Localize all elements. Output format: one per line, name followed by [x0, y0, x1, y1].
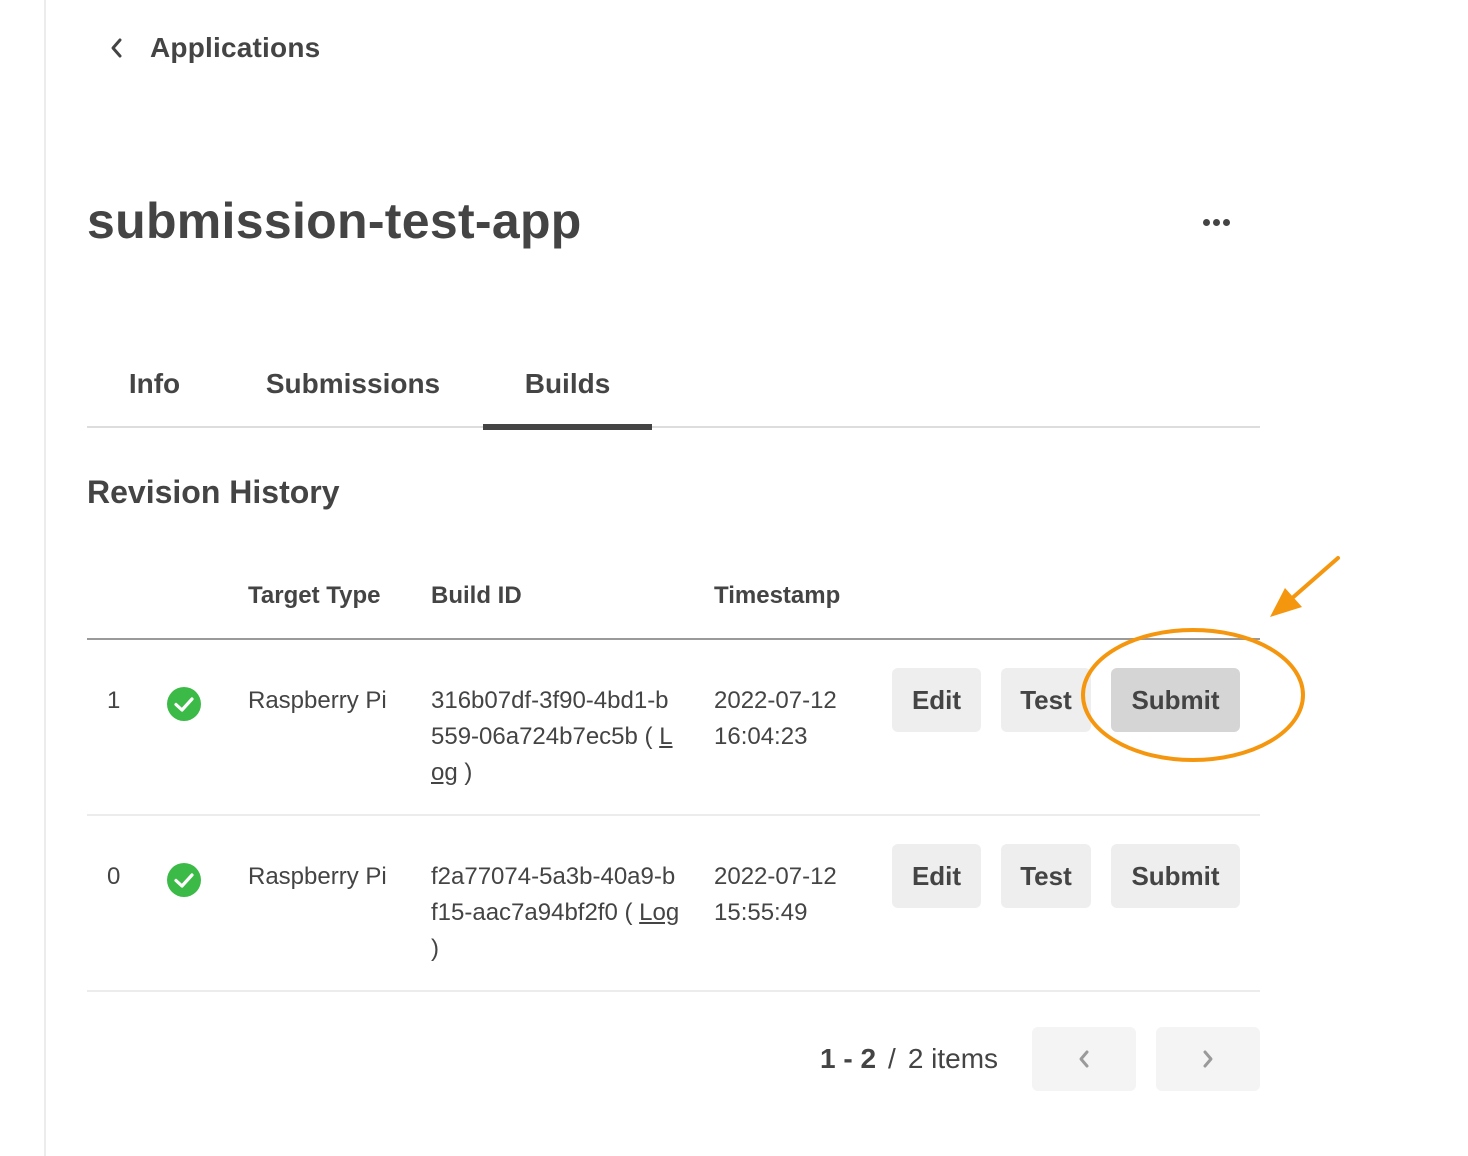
more-dot	[1222, 218, 1230, 226]
chevron-left-icon	[1079, 1050, 1089, 1068]
edit-button[interactable]: Edit	[892, 668, 981, 732]
pagination-separator: /	[888, 1043, 896, 1074]
back-link-label: Applications	[150, 32, 321, 63]
annotation-arrow-shaft	[1288, 556, 1340, 602]
column-header-target-type: Target Type	[248, 582, 381, 609]
log-link[interactable]: Log	[639, 899, 679, 926]
revision-number: 0	[107, 863, 121, 890]
tab-bar: Info Submissions Builds	[87, 340, 1260, 430]
edit-button[interactable]: Edit	[892, 844, 981, 908]
build-id: f2a77074-5a3b-40a9-bf15-aac7a94bf2f0 ( L…	[431, 863, 680, 962]
table-row: 1 Raspberry Pi 316b07df-3f90-4bd1-b559-0…	[87, 640, 1260, 816]
annotation-arrow-head	[1270, 588, 1302, 617]
test-button[interactable]: Test	[1001, 668, 1091, 732]
target-type: Raspberry Pi	[248, 687, 387, 714]
revision-history-table: Target Type Build ID Timestamp 1 Raspber…	[87, 560, 1260, 992]
success-check-icon	[167, 687, 201, 721]
chevron-right-icon	[1203, 1050, 1213, 1068]
timestamp: 2022-07-12 15:55:49	[714, 859, 864, 931]
table-header: Target Type Build ID Timestamp	[87, 560, 1260, 640]
timestamp-date: 2022-07-12	[714, 863, 837, 890]
pagination-summary: 1 - 2 / 2 items	[820, 1027, 998, 1091]
chevron-left-icon	[108, 28, 130, 68]
pagination-range: 1 - 2	[820, 1043, 877, 1074]
submit-button[interactable]: Submit	[1111, 668, 1240, 732]
more-horizontal-icon	[1202, 218, 1210, 226]
tab-info[interactable]: Info	[87, 340, 222, 428]
column-header-timestamp: Timestamp	[714, 582, 841, 609]
page-title: submission-test-app	[87, 193, 582, 249]
timestamp-time: 15:55:49	[714, 899, 808, 926]
timestamp: 2022-07-12 16:04:23	[714, 683, 864, 755]
next-page-button[interactable]	[1156, 1027, 1260, 1091]
more-options-button[interactable]	[1196, 206, 1236, 238]
section-title: Revision History	[87, 474, 340, 510]
previous-page-button[interactable]	[1032, 1027, 1136, 1091]
pagination-total: 2 items	[907, 1043, 999, 1074]
test-button[interactable]: Test	[1001, 844, 1091, 908]
revision-number: 1	[107, 687, 121, 714]
target-type: Raspberry Pi	[248, 863, 387, 890]
tab-submissions[interactable]: Submissions	[242, 340, 464, 428]
tab-builds[interactable]: Builds	[483, 340, 652, 430]
timestamp-date: 2022-07-12	[714, 687, 837, 714]
column-header-build-id: Build ID	[431, 582, 522, 609]
sidebar-divider	[44, 0, 46, 1156]
timestamp-time: 16:04:23	[714, 723, 808, 750]
more-dot	[1212, 218, 1220, 226]
build-id-text: 316b07df-3f90-4bd1-b559-06a724b7ec5b	[431, 687, 669, 750]
submit-button[interactable]: Submit	[1111, 844, 1240, 908]
table-row: 0 Raspberry Pi f2a77074-5a3b-40a9-bf15-a…	[87, 816, 1260, 992]
build-id: 316b07df-3f90-4bd1-b559-06a724b7ec5b ( L…	[431, 687, 673, 786]
back-to-applications-link[interactable]: Applications	[108, 28, 320, 68]
success-check-icon	[167, 863, 201, 897]
